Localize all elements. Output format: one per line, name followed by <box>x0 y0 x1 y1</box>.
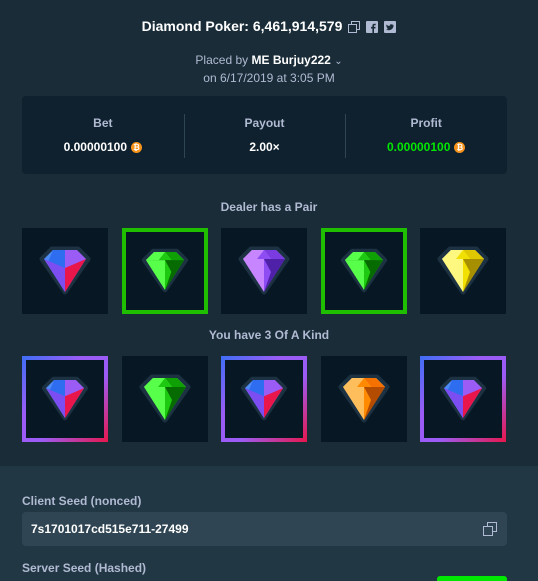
bet-date: on 6/17/2019 at 3:05 PM <box>203 71 335 85</box>
client-seed-label: Client Seed (nonced) <box>22 494 142 508</box>
orange-gem-icon <box>338 374 390 423</box>
purple-gem-icon <box>238 246 290 295</box>
player-gem-card <box>221 356 307 442</box>
placed-by-label: Placed by <box>195 53 249 67</box>
payout-value: 2.00× <box>249 140 280 154</box>
rainbow-gem-icon <box>240 376 288 421</box>
rainbow-gem-icon <box>41 376 89 421</box>
action-button[interactable] <box>437 576 507 581</box>
dealer-gem-card <box>122 228 208 314</box>
profit-value: 0.00000100 <box>386 140 451 154</box>
server-seed-label: Server Seed (Hashed) <box>22 561 147 575</box>
dealer-gem-card <box>221 228 307 314</box>
dealer-gem-card <box>22 228 108 314</box>
copy-icon[interactable] <box>348 20 361 33</box>
client-seed-field[interactable]: 7s1701017cd515e711-27499 <box>22 512 507 546</box>
dealer-gem-card <box>321 228 407 314</box>
bet-label: Bet <box>93 116 113 130</box>
stat-bet: Bet 0.00000100 ₿ <box>22 96 184 174</box>
user-prefix: ME <box>251 53 270 67</box>
bitcoin-icon: ₿ <box>454 141 466 153</box>
player-result-caption: You have 3 Of A Kind <box>208 328 330 342</box>
yellow-gem-icon <box>437 246 489 295</box>
bet-header: Diamond Poker: 6,461,914,579 <box>0 18 538 34</box>
bitcoin-icon: ₿ <box>131 141 143 153</box>
chevron-down-icon[interactable]: ⌄ <box>334 56 342 67</box>
payout-label: Payout <box>244 116 285 130</box>
profit-label: Profit <box>410 116 442 130</box>
client-seed-value: 7s1701017cd515e711-27499 <box>31 522 189 536</box>
rainbow-gem-icon <box>439 376 487 421</box>
bet-meta: Placed by ME Burjuy222 ⌄ on 6/17/2019 at… <box>0 52 538 86</box>
player-gem-card <box>22 356 108 442</box>
player-gem-card <box>321 356 407 442</box>
bet-title: Diamond Poker: 6,461,914,579 <box>141 18 343 34</box>
player-gem-row <box>22 356 507 442</box>
stat-profit: Profit 0.00000100 ₿ <box>345 96 507 174</box>
green-gem-icon <box>340 248 388 293</box>
dealer-gem-row <box>22 228 507 314</box>
username-link[interactable]: Burjuy222 <box>273 53 331 67</box>
player-gem-card <box>122 356 208 442</box>
twitter-icon[interactable] <box>384 20 397 33</box>
rainbow-gem-icon <box>39 246 91 295</box>
dealer-gem-card <box>420 228 506 314</box>
copy-icon[interactable] <box>483 522 497 536</box>
facebook-icon[interactable] <box>366 20 379 33</box>
stat-payout: Payout 2.00× <box>183 96 346 174</box>
green-gem-icon <box>139 374 191 423</box>
dealer-result-caption: Dealer has a Pair <box>220 200 318 214</box>
stats-panel: Bet 0.00000100 ₿ Payout 2.00× Profit 0.0… <box>22 96 507 174</box>
bet-value: 0.00000100 <box>63 140 128 154</box>
player-gem-card <box>420 356 506 442</box>
green-gem-icon <box>141 248 189 293</box>
